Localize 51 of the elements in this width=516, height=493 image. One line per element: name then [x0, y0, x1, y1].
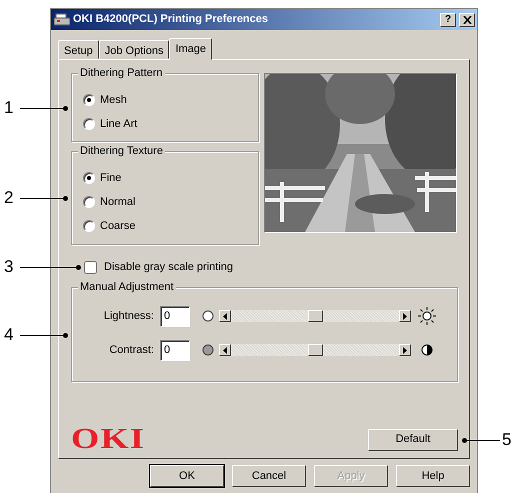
scroll-left-button[interactable]: [219, 344, 231, 356]
group-label: Dithering Texture: [78, 145, 165, 158]
value-field[interactable]: 0: [160, 306, 190, 326]
dialog-button[interactable]: Help: [396, 465, 470, 487]
checkbox-label: Disable gray scale printing: [104, 260, 234, 275]
close-icon: [462, 16, 472, 24]
option-label: Mesh: [100, 92, 127, 108]
radio-button[interactable]: [83, 172, 95, 184]
group-label: Manual Adjustment: [78, 281, 176, 294]
radio-button[interactable]: [83, 196, 95, 208]
checkbox[interactable]: [84, 260, 97, 274]
callout-number: 1: [4, 98, 14, 118]
radio-button[interactable]: [83, 220, 95, 232]
right-arrow-icon: [403, 312, 407, 320]
printer-icon: [54, 12, 70, 26]
callout-number: 2: [4, 188, 14, 208]
tab[interactable]: Image: [169, 38, 212, 60]
radio-button[interactable]: [83, 118, 95, 130]
logo: OKI: [71, 425, 146, 454]
close-button[interactable]: [459, 12, 475, 26]
slider-label: Lightness:: [102, 308, 154, 324]
option-label: Normal: [100, 194, 136, 210]
right-arrow-icon: [403, 346, 407, 354]
sun-icon: [418, 307, 436, 325]
slider-thumb[interactable]: [308, 310, 323, 322]
circle-icon: [202, 344, 214, 356]
slider-label: Contrast:: [108, 342, 154, 358]
left-arrow-icon: [223, 312, 227, 320]
slider-thumb[interactable]: [308, 344, 323, 356]
option-label: Coarse: [100, 218, 136, 234]
option-label: Line Art: [100, 116, 138, 132]
dialog-button[interactable]: Cancel: [232, 465, 306, 487]
tab[interactable]: Setup: [58, 40, 99, 59]
callout-number: 5: [502, 430, 512, 450]
left-arrow-icon: [223, 346, 227, 354]
circle-icon: [202, 310, 214, 322]
value-field[interactable]: 0: [160, 340, 190, 360]
default-button[interactable]: Default: [368, 428, 458, 450]
radio-button[interactable]: [83, 94, 95, 106]
tab[interactable]: Job Options: [98, 40, 170, 59]
scroll-right-button[interactable]: [399, 344, 411, 356]
scroll-left-button[interactable]: [219, 310, 231, 322]
window-title: OKI B4200(PCL) Printing Preferences: [73, 12, 270, 28]
callout-number: 3: [4, 257, 14, 277]
scroll-right-button[interactable]: [399, 310, 411, 322]
callout-number: 4: [4, 325, 14, 345]
dialog-button[interactable]: OK: [150, 465, 224, 487]
option-label: Fine: [100, 170, 122, 186]
contrast-icon: [421, 344, 433, 356]
help-button[interactable]: ?: [440, 12, 456, 26]
group-label: Dithering Pattern: [78, 67, 165, 80]
